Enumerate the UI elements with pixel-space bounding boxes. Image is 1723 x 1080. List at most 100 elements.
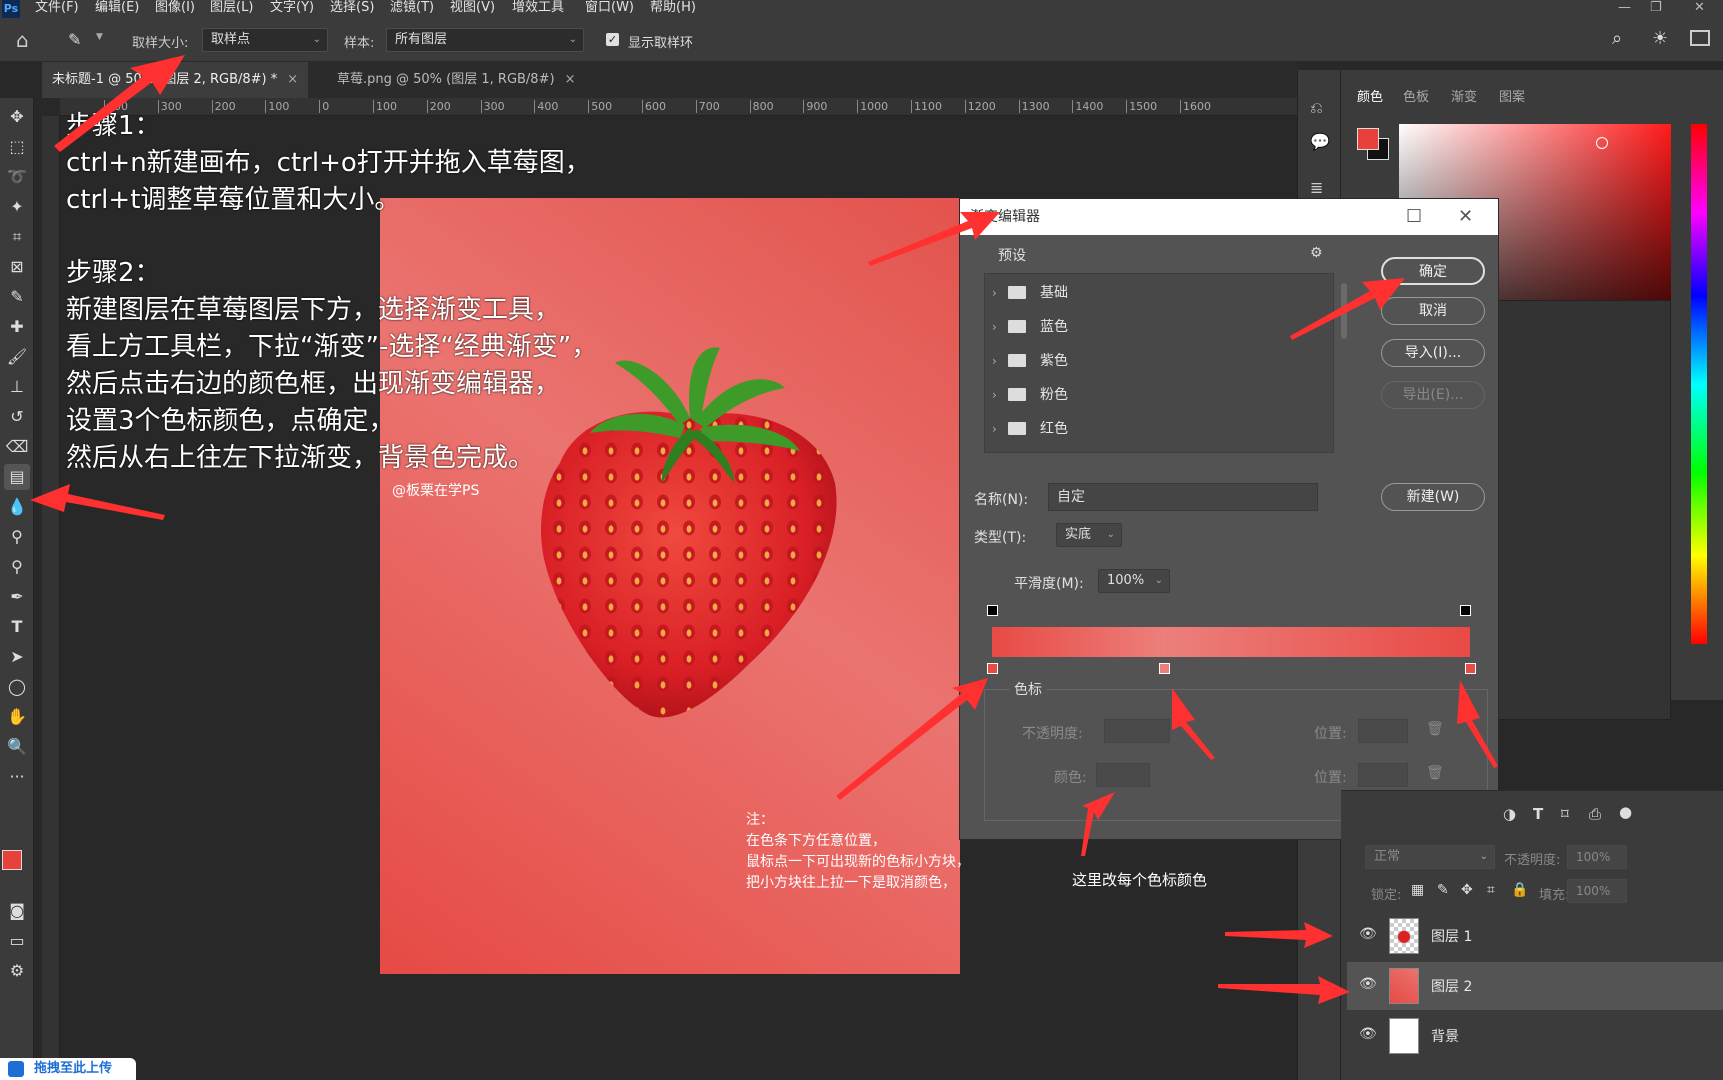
- menu-window[interactable]: 窗口(W): [585, 0, 634, 16]
- layer-row-background[interactable]: 👁 背景: [1347, 1012, 1723, 1060]
- cancel-button[interactable]: 取消: [1381, 297, 1485, 325]
- move-tool-icon[interactable]: ✥: [4, 104, 30, 130]
- menu-view[interactable]: 视图(V): [450, 0, 495, 16]
- presets-gear-icon[interactable]: ⚙: [1310, 245, 1323, 261]
- preset-folder-basic[interactable]: › 基础: [984, 276, 1314, 310]
- menu-image[interactable]: 图像(I): [155, 0, 195, 16]
- crop-tool-icon[interactable]: ⌗: [4, 224, 30, 250]
- import-button[interactable]: 导入(I)...: [1381, 339, 1485, 367]
- preset-folder-blue[interactable]: › 蓝色: [984, 310, 1314, 344]
- lock-artboard-icon[interactable]: ⌗: [1487, 882, 1495, 898]
- layer-row-2[interactable]: 👁 图层 2: [1347, 962, 1723, 1010]
- quick-mask-icon[interactable]: ◙: [4, 898, 30, 924]
- pen-tool-icon[interactable]: ✒: [4, 584, 30, 610]
- visibility-eye-icon[interactable]: 👁: [1359, 1026, 1379, 1046]
- marquee-tool-icon[interactable]: ⬚: [4, 134, 30, 160]
- menu-layer[interactable]: 图层(L): [210, 0, 253, 16]
- name-field[interactable]: 自定: [1048, 483, 1318, 511]
- lock-pixels-icon[interactable]: ✎: [1437, 882, 1449, 898]
- brush-settings-icon[interactable]: ≣: [1310, 178, 1323, 197]
- frame-tool-icon[interactable]: ⊠: [4, 254, 30, 280]
- color-stop[interactable]: [987, 663, 998, 674]
- tab-color[interactable]: 颜色: [1357, 86, 1383, 105]
- home-icon[interactable]: ⌂: [16, 28, 29, 52]
- menu-type[interactable]: 文字(Y): [270, 0, 314, 16]
- eraser-tool-icon[interactable]: ⌫: [4, 434, 30, 460]
- menu-filter[interactable]: 滤镜(T): [390, 0, 434, 16]
- preset-folder-red[interactable]: › 红色: [984, 412, 1314, 446]
- layer-row-1[interactable]: 👁 ● 图层 1: [1347, 912, 1723, 960]
- filter-toggle-icon[interactable]: ●: [1619, 803, 1632, 821]
- opacity-stop-right[interactable]: [1460, 605, 1471, 616]
- color-picker-ring[interactable]: [1596, 137, 1608, 149]
- color-stop[interactable]: [1159, 663, 1171, 674]
- zoom-tool-icon[interactable]: 🔍: [4, 734, 30, 760]
- close-dialog-icon[interactable]: ✕: [1458, 199, 1473, 235]
- sample-size-select[interactable]: 取样点 ⌄: [202, 28, 328, 52]
- menu-help[interactable]: 帮助(H): [650, 0, 696, 16]
- presets-scrollbar[interactable]: [1341, 283, 1347, 339]
- search-icon[interactable]: ⌕: [1612, 28, 1622, 49]
- close-tab-icon[interactable]: ×: [287, 72, 298, 87]
- history-brush-icon[interactable]: ↺: [4, 404, 30, 430]
- hue-slider[interactable]: [1691, 124, 1707, 644]
- opacity-stop-left[interactable]: [987, 605, 998, 616]
- lock-all-icon[interactable]: 🔒: [1511, 882, 1528, 898]
- shape-filter-icon[interactable]: ⌑: [1561, 805, 1569, 823]
- close-tab-icon[interactable]: ×: [565, 72, 576, 87]
- path-selection-icon[interactable]: ➤: [4, 644, 30, 670]
- visibility-eye-icon[interactable]: 👁: [1359, 976, 1379, 996]
- workspace-icon[interactable]: [1690, 30, 1710, 46]
- export-button[interactable]: 导出(E)...: [1381, 381, 1485, 409]
- zoom-search-tool-icon[interactable]: ⚲: [4, 554, 30, 580]
- smoothness-select[interactable]: 100% ⌄: [1098, 569, 1170, 593]
- healing-brush-icon[interactable]: ✚: [4, 314, 30, 340]
- gradient-tool-icon[interactable]: ▤: [4, 464, 30, 490]
- new-button[interactable]: 新建(W): [1381, 483, 1485, 511]
- restore-icon[interactable]: ❐: [1650, 0, 1662, 15]
- brush-tool-icon[interactable]: 🖌: [4, 344, 30, 370]
- hand-tool-icon[interactable]: ✋: [4, 704, 30, 730]
- show-ring-checkbox[interactable]: ✓: [606, 33, 619, 46]
- dodge-tool-icon[interactable]: ⚲: [4, 524, 30, 550]
- visibility-eye-icon[interactable]: 👁: [1359, 926, 1379, 946]
- foreground-color-swatch[interactable]: [2, 850, 22, 870]
- blur-tool-icon[interactable]: 💧: [4, 494, 30, 520]
- type-filter-icon[interactable]: T: [1533, 805, 1543, 823]
- menu-edit[interactable]: 编辑(E): [95, 0, 139, 16]
- blend-mode-select[interactable]: 正常 ⌄: [1365, 845, 1495, 869]
- ok-button[interactable]: 确定: [1381, 257, 1485, 285]
- close-window-icon[interactable]: ✕: [1694, 0, 1705, 15]
- color-stop[interactable]: [1465, 663, 1476, 674]
- discover-icon[interactable]: ☀: [1652, 28, 1668, 49]
- tab-swatches[interactable]: 色板: [1403, 86, 1429, 105]
- tab-strawberry[interactable]: 草莓.png @ 50% (图层 1, RGB/8#) ×: [327, 62, 585, 98]
- upload-badge[interactable]: 拖拽至此上传: [0, 1058, 136, 1080]
- screen-mode-icon[interactable]: ▭: [4, 928, 30, 954]
- preset-folder-pink[interactable]: › 粉色: [984, 378, 1314, 412]
- ellipse-tool-icon[interactable]: ◯: [4, 674, 30, 700]
- minimize-icon[interactable]: —: [1618, 0, 1631, 15]
- preset-folder-purple[interactable]: › 紫色: [984, 344, 1314, 378]
- eyedropper-icon[interactable]: ✎: [4, 284, 30, 310]
- tab-gradients[interactable]: 渐变: [1451, 86, 1477, 105]
- sample-select[interactable]: 所有图层 ⌄: [386, 28, 584, 52]
- menu-select[interactable]: 选择(S): [330, 0, 374, 16]
- tab-untitled[interactable]: 未标题-1 @ 50% (图层 2, RGB/8#) * ×: [42, 62, 309, 98]
- lasso-tool-icon[interactable]: ➰: [4, 164, 30, 190]
- type-tool-icon[interactable]: T: [4, 614, 30, 640]
- smart-object-filter-icon[interactable]: ⎙: [1589, 805, 1601, 823]
- history-panel-icon[interactable]: ⎌: [1310, 98, 1323, 118]
- adjustment-filter-icon[interactable]: ◑: [1503, 805, 1516, 823]
- maximize-dialog-icon[interactable]: ☐: [1406, 199, 1422, 235]
- menu-file[interactable]: 文件(F): [35, 0, 79, 16]
- tab-patterns[interactable]: 图案: [1499, 86, 1525, 105]
- fill-field[interactable]: 100%: [1567, 879, 1627, 903]
- stamp-tool-icon[interactable]: ⊥: [4, 374, 30, 400]
- lock-transparent-icon[interactable]: ▦: [1411, 882, 1424, 898]
- type-select[interactable]: 实底 ⌄: [1056, 523, 1122, 547]
- edit-toolbar-icon[interactable]: ⚙: [4, 958, 30, 984]
- photoshop-logo-icon[interactable]: Ps: [2, 0, 20, 18]
- gradient-bar[interactable]: [992, 627, 1470, 657]
- magic-wand-tool-icon[interactable]: ✦: [4, 194, 30, 220]
